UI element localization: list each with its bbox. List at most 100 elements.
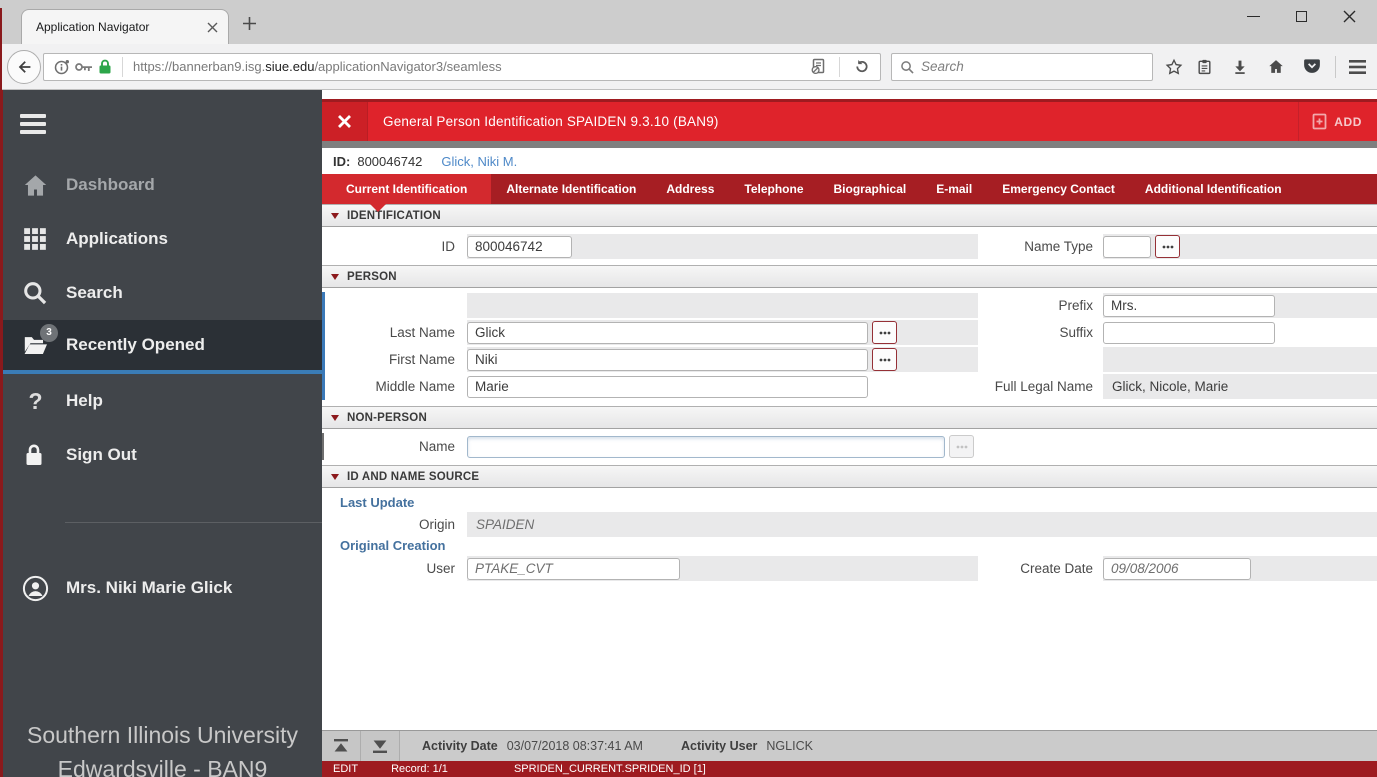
site-info-icon[interactable] [52, 52, 72, 82]
main-panel: General Person Identification SPAIDEN 9.… [322, 90, 1377, 777]
close-icon [338, 115, 351, 128]
middle-name-input[interactable] [467, 375, 868, 398]
search-input[interactable] [921, 59, 1144, 74]
tab-close-icon[interactable] [207, 22, 218, 33]
form-content: IDENTIFICATION ID Name Type [322, 204, 1377, 730]
recently-opened-badge: 3 [40, 323, 58, 342]
last-update-subheader: Last Update [340, 495, 415, 510]
search-bar[interactable] [891, 52, 1153, 81]
home-icon[interactable] [1261, 52, 1291, 82]
section-down-icon [373, 740, 387, 753]
tab-emergency-contact[interactable]: Emergency Contact [987, 174, 1130, 204]
sidebar-item-search[interactable]: Search [3, 266, 322, 320]
sidebar-item-label: Dashboard [66, 175, 155, 194]
source-section-body: Last Update Origin SPAIDEN Original Crea… [322, 493, 1377, 582]
id-input[interactable] [467, 235, 572, 258]
next-section-button[interactable] [361, 731, 400, 761]
url-text[interactable]: https://bannerban9.isg.siue.edu/applicat… [133, 59, 502, 74]
pocket-icon[interactable] [1297, 52, 1327, 82]
add-button-label: ADD [1334, 114, 1362, 129]
search-icon [901, 60, 914, 74]
collapse-triangle-icon [331, 212, 339, 219]
reload-icon[interactable] [846, 52, 876, 82]
url-bar[interactable]: https://bannerban9.isg.siue.edu/applicat… [43, 52, 881, 82]
new-tab-icon[interactable] [243, 17, 256, 30]
browser-tab[interactable]: Application Navigator [21, 9, 229, 44]
section-id-name-source-header[interactable]: ID AND NAME SOURCE [322, 465, 1377, 488]
close-form-button[interactable] [322, 102, 368, 141]
first-name-label: First Name [388, 352, 455, 367]
status-record-count: Record: 1/1 [391, 763, 448, 775]
https-lock-icon[interactable] [94, 52, 116, 82]
reader-mode-icon[interactable] [803, 52, 833, 82]
section-title: PERSON [347, 270, 397, 283]
form-header: General Person Identification SPAIDEN 9.… [322, 99, 1377, 141]
first-name-input[interactable] [467, 348, 868, 371]
sidebar-item-label: Recently Opened [66, 335, 205, 354]
tab-address[interactable]: Address [651, 174, 729, 204]
sidebar-menu-toggle-icon[interactable] [20, 114, 46, 134]
add-button[interactable]: ADD [1298, 102, 1377, 141]
key-id-value: 800046742 [357, 153, 423, 169]
activity-date-value: 03/07/2018 08:37:41 AM [506, 739, 643, 753]
section-person-header[interactable]: PERSON [322, 265, 1377, 288]
sidebar-item-dashboard[interactable]: Dashboard [3, 158, 322, 212]
sidebar-item-label: Search [66, 283, 123, 302]
sidebar-item-sign-out[interactable]: Sign Out [3, 428, 322, 482]
prefix-input[interactable] [1103, 294, 1275, 317]
form-title: General Person Identification SPAIDEN 9.… [383, 114, 719, 129]
last-name-input[interactable] [467, 321, 868, 344]
bookmark-star-icon[interactable] [1159, 52, 1189, 82]
grid-icon [22, 226, 49, 253]
back-button[interactable] [7, 49, 41, 84]
key-person-name[interactable]: Glick, Niki M. [441, 154, 517, 169]
non-person-name-input[interactable] [467, 435, 945, 458]
sidebar-item-applications[interactable]: Applications [3, 212, 322, 266]
collapse-triangle-icon [331, 473, 339, 480]
sidebar-user[interactable]: Mrs. Niki Marie Glick [3, 561, 322, 615]
tab-current-identification[interactable]: Current Identification [322, 174, 492, 212]
close-window-icon[interactable] [1325, 0, 1373, 33]
activity-bar: Activity Date 03/07/2018 08:37:41 AM Act… [322, 730, 1377, 761]
tab-email[interactable]: E-mail [921, 174, 987, 204]
section-identification-header[interactable]: IDENTIFICATION [322, 204, 1377, 227]
ellipsis-icon [956, 445, 967, 448]
middle-name-label: Middle Name [375, 379, 455, 394]
status-field-reference: SPRIDEN_CURRENT.SPRIDEN_ID [1] [513, 763, 706, 775]
key-permission-icon[interactable] [72, 52, 94, 82]
sidebar-item-recently-opened[interactable]: 3 Recently Opened [3, 320, 322, 374]
tab-biographical[interactable]: Biographical [819, 174, 922, 204]
identification-id-row: ID Name Type [322, 233, 1377, 260]
minimize-icon[interactable] [1229, 0, 1277, 33]
folder-open-icon: 3 [22, 323, 58, 359]
institution-environment: Edwardsville - BAN9 [57, 756, 268, 777]
section-title: IDENTIFICATION [347, 209, 441, 222]
name-type-input[interactable] [1103, 235, 1151, 258]
downloads-icon[interactable] [1225, 52, 1255, 82]
tab-additional-identification[interactable]: Additional Identification [1130, 174, 1297, 204]
sidebar-item-help[interactable]: ? Help [3, 374, 322, 428]
section-up-icon [334, 739, 348, 752]
maximize-icon[interactable] [1277, 0, 1325, 33]
collapse-triangle-icon [331, 273, 339, 280]
tab-alternate-identification[interactable]: Alternate Identification [491, 174, 651, 204]
last-name-label: Last Name [389, 325, 455, 340]
suffix-input[interactable] [1103, 321, 1275, 344]
non-person-section-body: Name [322, 433, 1377, 460]
ellipsis-icon [879, 331, 890, 334]
bookmarks-clipboard-icon[interactable] [1189, 52, 1219, 82]
urlbar-separator [122, 56, 123, 77]
institution-name: Southern Illinois University [26, 722, 298, 748]
section-non-person-header[interactable]: NON-PERSON [322, 406, 1377, 429]
tab-telephone[interactable]: Telephone [729, 174, 818, 204]
menu-icon[interactable] [1342, 52, 1372, 82]
first-name-lookup-button[interactable] [872, 348, 897, 371]
sidebar-user-name: Mrs. Niki Marie Glick [66, 578, 233, 597]
create-date-input[interactable] [1103, 557, 1251, 580]
name-type-lookup-button[interactable] [1155, 235, 1180, 258]
previous-section-button[interactable] [322, 731, 361, 761]
sidebar-item-label: Help [66, 391, 103, 410]
key-block: ID: 800046742 Glick, Niki M. [322, 148, 1377, 174]
create-user-input[interactable] [467, 557, 680, 580]
last-name-lookup-button[interactable] [872, 321, 897, 344]
